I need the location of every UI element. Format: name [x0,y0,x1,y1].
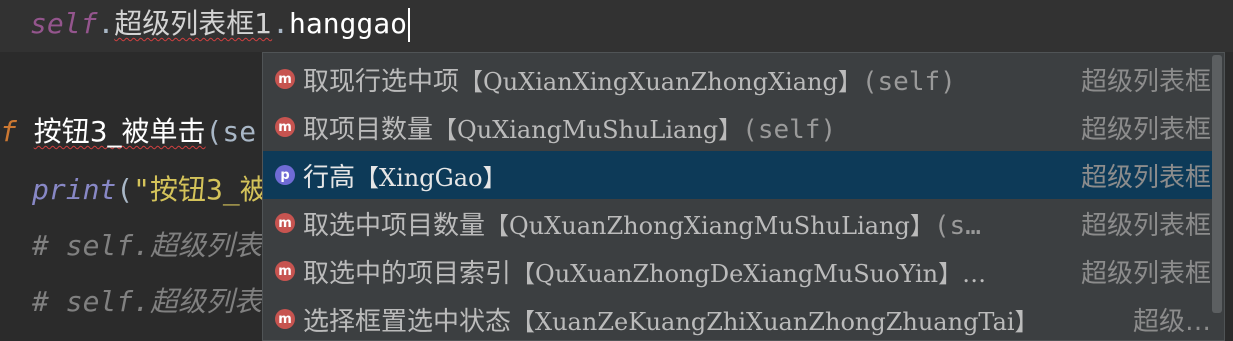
completion-type: 超级列表框 [1080,114,1211,145]
completion-type: 超级列表框 [1080,162,1211,193]
comment: # self.超级列表 [32,229,263,262]
completion-label: 行高【XingGao】 [303,162,507,193]
completion-type: 超级列表框 [1080,210,1211,241]
function-name: 按钮3_被单击 [33,115,206,148]
completion-type: 超级列表框 [1080,258,1211,289]
completion-label: 取项目数量【QuXiangMuShuLiang】(self) [303,114,837,145]
text-caret [408,8,410,42]
autocomplete-popup[interactable]: m 取现行选中项【QuXianXingXuanZhongXiang】(self)… [262,52,1225,341]
completion-label: 取选中的项目索引【QuXuanZhongDeXiangMuSuoYin】… [303,258,987,289]
completion-item[interactable]: m 取现行选中项【QuXianXingXuanZhongXiang】(self)… [263,55,1213,103]
typed-attribute: hanggao [288,7,407,40]
def-keyword-fragment: f [0,115,17,148]
completion-label: 取现行选中项【QuXianXingXuanZhongXiang】(self) [303,66,956,97]
method-icon: m [275,213,295,233]
completion-item[interactable]: m 取选中的项目索引【QuXuanZhongDeXiangMuSuoYin】… … [263,247,1213,295]
method-icon: m [275,69,295,89]
print-builtin: print [32,173,117,206]
completion-item[interactable]: m 取选中项目数量【QuXuanZhongXiangMuShuLiang】(s…… [263,199,1213,247]
code-line-4[interactable]: # self.超级列表 [32,226,262,266]
dot: . [97,7,115,40]
code-line-5[interactable]: # self.超级列表 [32,282,262,322]
method-icon: m [275,117,295,137]
completion-label: 选择框置选中状态【XuanZeKuangZhiXuanZhongZhuangTa… [303,306,1039,337]
open-paren: ( [116,173,134,206]
completion-item-selected[interactable]: p 行高【XingGao】 超级列表框 [263,151,1213,199]
self-keyword: self [30,7,98,40]
code-line-3[interactable]: print("按钮3_被 [32,170,268,210]
completion-label: 取选中项目数量【QuXuanZhongXiangMuShuLiang】(s… [303,210,981,241]
code-line-2[interactable]: f 按钮3_被单击(se [0,112,256,152]
widget-name: 超级列表框1 [114,7,273,40]
completion-type: 超级列表框 [1080,66,1211,97]
method-icon: m [275,309,295,329]
property-icon: p [275,165,295,185]
popup-scrollbar[interactable] [1212,55,1222,313]
dot: . [272,7,289,40]
function-params-fragment: (se [205,115,257,148]
string-literal: "按钮3_被 [133,173,268,206]
method-icon: m [275,261,295,281]
completion-item[interactable]: m 选择框置选中状态【XuanZeKuangZhiXuanZhongZhuang… [263,295,1213,340]
code-line-1[interactable]: self.超级列表框1.hanggao [30,4,410,44]
comment: # self.超级列表 [32,285,263,318]
completion-item[interactable]: m 取项目数量【QuXiangMuShuLiang】(self) 超级列表框 [263,103,1213,151]
completion-type: 超级… [1132,306,1211,337]
